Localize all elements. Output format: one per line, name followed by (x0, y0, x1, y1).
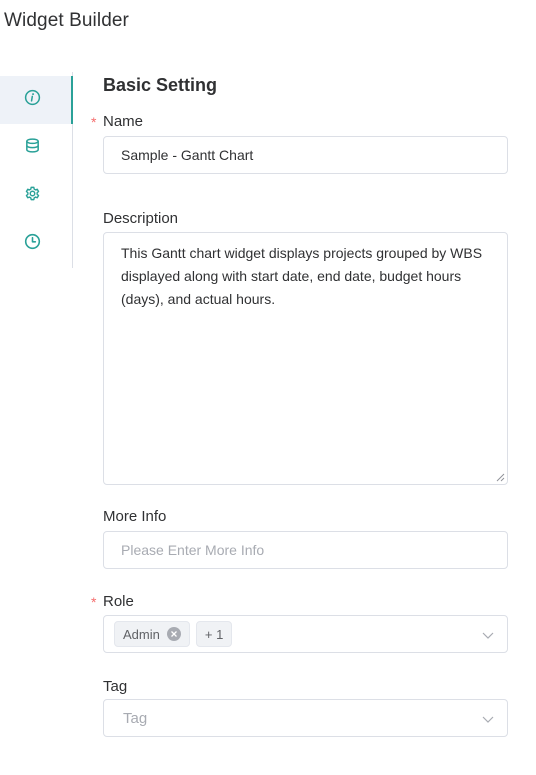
clock-icon (24, 233, 41, 255)
section-title: Basic Setting (103, 75, 218, 95)
more-info-placeholder: Please Enter More Info (121, 542, 265, 558)
chevron-down-icon[interactable] (482, 713, 494, 725)
role-select[interactable]: Admin + 1 (103, 615, 508, 653)
close-icon[interactable] (166, 627, 181, 641)
resize-grip-icon[interactable] (495, 472, 505, 482)
gear-icon (24, 185, 41, 207)
role-tag-label: Admin (123, 626, 160, 642)
name-input-value: Sample - Gantt Chart (121, 147, 254, 163)
info-icon (24, 89, 41, 111)
nav-item-data-source[interactable] (0, 124, 73, 172)
name-input[interactable]: Sample - Gantt Chart (103, 136, 508, 174)
more-info-label: More Info (103, 508, 167, 525)
nav-item-schedule[interactable] (0, 220, 73, 268)
nav-item-basic-info[interactable] (0, 76, 73, 124)
nav-item-settings[interactable] (0, 172, 73, 220)
role-extra-count-tag: + 1 (195, 621, 233, 647)
chevron-down-icon[interactable] (482, 629, 494, 641)
side-nav (0, 72, 74, 268)
tag-select[interactable]: Tag (103, 699, 508, 737)
description-value: This Gantt chart widget displays project… (121, 245, 483, 307)
tag-label: Tag (103, 678, 128, 695)
name-label: Name (103, 113, 144, 130)
required-marker: * (91, 594, 97, 610)
description-label: Description (103, 210, 179, 227)
tag-select-placeholder: Tag (123, 709, 148, 727)
role-extra-count: + 1 (204, 626, 224, 642)
role-label: Role (103, 593, 134, 610)
role-tag: Admin (114, 621, 190, 647)
database-icon (24, 137, 41, 159)
description-textarea[interactable]: This Gantt chart widget displays project… (103, 232, 508, 485)
widget-builder-page: Widget Builder Basic Setting * Name Samp… (0, 0, 536, 775)
more-info-input[interactable]: Please Enter More Info (103, 531, 508, 569)
required-marker: * (91, 114, 97, 130)
page-title: Widget Builder (4, 10, 129, 31)
